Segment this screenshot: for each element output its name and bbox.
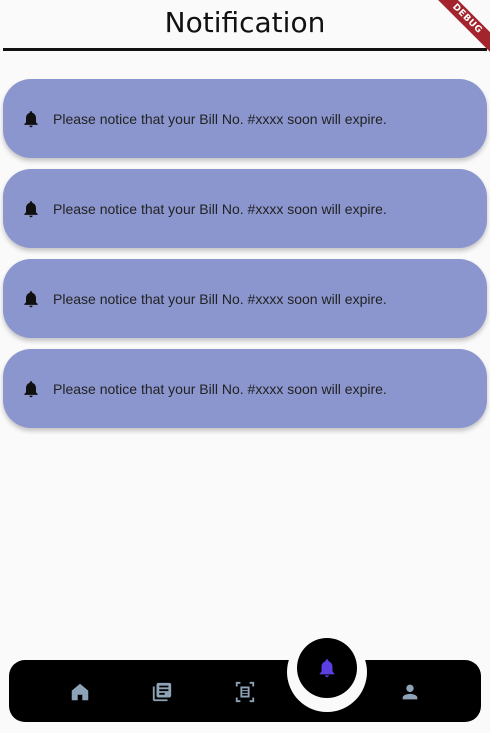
bell-icon (21, 109, 41, 129)
debug-banner: DEBUG (430, 0, 490, 60)
notification-card[interactable]: Please notice that your Bill No. #xxxx s… (3, 169, 487, 248)
bell-icon (21, 199, 41, 219)
nav-home-button[interactable] (68, 680, 92, 704)
debug-banner-label: DEBUG (430, 0, 490, 56)
notification-message: Please notice that your Bill No. #xxxx s… (53, 290, 387, 307)
notification-list: Please notice that your Bill No. #xxxx s… (3, 79, 487, 439)
document-scanner-icon (235, 681, 255, 703)
nav-scanner-button[interactable] (233, 680, 257, 704)
page-title: Notification (164, 6, 326, 39)
bell-icon (21, 379, 41, 399)
notification-message: Please notice that your Bill No. #xxxx s… (53, 200, 387, 217)
notification-message: Please notice that your Bill No. #xxxx s… (53, 110, 387, 127)
notification-message: Please notice that your Bill No. #xxxx s… (53, 380, 387, 397)
notification-card[interactable]: Please notice that your Bill No. #xxxx s… (3, 79, 487, 158)
library-books-icon (152, 682, 172, 702)
nav-library-button[interactable] (150, 680, 174, 704)
notification-card[interactable]: Please notice that your Bill No. #xxxx s… (3, 349, 487, 428)
title-divider (3, 48, 487, 51)
nav-profile-button[interactable] (398, 680, 422, 704)
bell-icon (21, 289, 41, 309)
home-icon (71, 683, 89, 701)
bell-icon (319, 659, 335, 678)
nav-notifications-button[interactable] (297, 638, 357, 698)
person-icon (402, 684, 418, 700)
notification-card[interactable]: Please notice that your Bill No. #xxxx s… (3, 259, 487, 338)
